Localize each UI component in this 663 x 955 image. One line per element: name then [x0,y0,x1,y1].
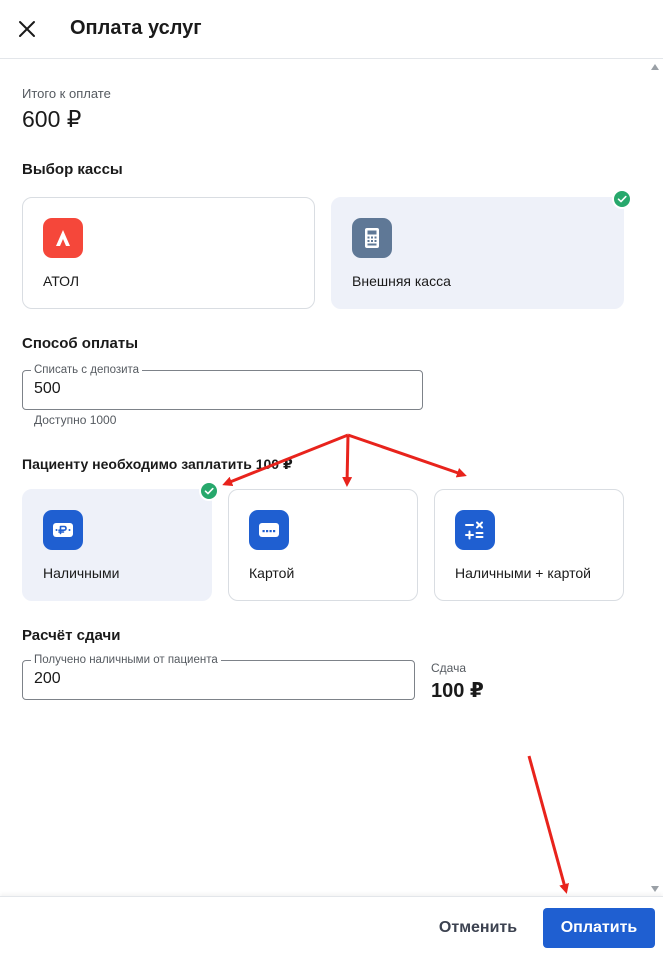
change-amount: 100 ₽ [431,680,484,702]
selected-check-icon [199,481,219,501]
deposit-field-label: Списать с депозита [31,363,143,377]
cashbox-option-atol[interactable]: АТОЛ [22,197,315,309]
atol-logo-icon [43,218,83,258]
cash-icon [43,510,83,550]
calculator-icon [455,510,495,550]
received-cash-field[interactable]: Получено наличными от пациента 200 [22,653,415,700]
cash-register-icon [352,218,392,258]
cashbox-section-title: Выбор кассы [22,161,123,178]
close-icon[interactable] [14,16,40,42]
card-icon [249,510,289,550]
cashbox-option-label: АТОЛ [43,273,80,289]
payment-method-card[interactable]: Картой [228,489,418,601]
payment-method-label: Наличными [43,565,120,581]
arrow-to-mixed [347,433,467,478]
arrow-to-pay [527,755,569,894]
pay-button[interactable]: Оплатить [543,908,655,948]
scroll-down-icon[interactable] [651,886,659,892]
annotation-arrows [222,433,569,894]
received-cash-label: Получено наличными от пациента [31,653,221,667]
payment-method-label: Картой [249,565,295,581]
payment-method-mixed[interactable]: Наличными + картой [434,489,624,601]
patient-due-text: Пациенту необходимо заплатить 100 ₽ [22,456,293,472]
total-label: Итого к оплате [22,86,111,101]
payment-method-cash[interactable]: Наличными [22,489,212,601]
deposit-field[interactable]: Списать с депозита 500 [22,363,423,410]
deposit-input[interactable]: 500 [34,380,393,398]
payment-method-label: Наличными + картой [455,565,591,581]
received-cash-input[interactable]: 200 [34,670,386,688]
deposit-available: Доступно 1000 [34,413,117,427]
dialog-header: Оплата услуг [0,0,663,59]
cancel-button[interactable]: Отменить [424,909,532,947]
dialog-title: Оплата услуг [70,17,202,39]
scroll-up-icon[interactable] [651,64,659,70]
cashbox-option-label: Внешняя касса [352,273,451,289]
cashbox-option-external[interactable]: Внешняя касса [331,197,624,309]
selected-check-icon [612,189,632,209]
arrow-to-card [342,434,353,487]
total-amount: 600 ₽ [22,106,82,132]
change-section-title: Расчёт сдачи [22,627,121,644]
payment-section-title: Способ оплаты [22,335,139,352]
dialog-footer: Отменить Оплатить [0,896,663,955]
change-label: Сдача [431,661,467,675]
